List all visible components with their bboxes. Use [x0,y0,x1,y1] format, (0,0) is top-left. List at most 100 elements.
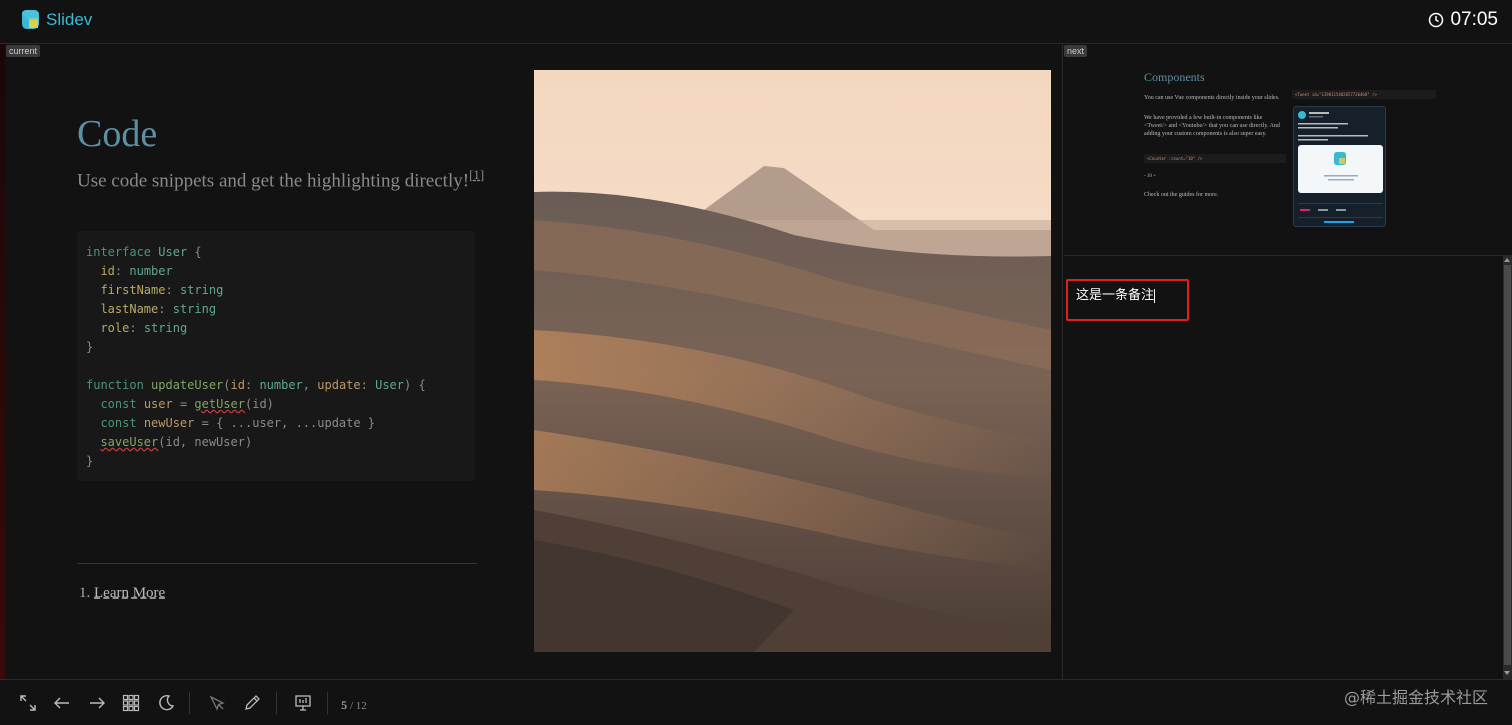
slide-subtitle: Use code snippets and get the highlighti… [77,162,497,194]
slidev-logo: Slidev [18,8,92,32]
scroll-thumb[interactable] [1504,265,1511,665]
dark-mode-toggle[interactable] [155,692,177,714]
code-line: lastName: string [86,300,466,319]
code-token: : [360,378,368,392]
code-token: saveUser [100,435,159,449]
toolbar-separator [327,692,328,714]
next-slide-pane[interactable]: next Components You can use Vue componen… [1064,44,1512,256]
slide-title: Code [77,113,158,155]
code-token: interface [86,245,152,259]
scroll-up-arrow[interactable] [1504,258,1510,262]
landscape-photo [534,70,1051,652]
toolbar-separator [189,692,190,714]
footnote-ref[interactable]: [1] [469,167,484,182]
code-line: id: number [86,262,466,281]
code-token: User [375,378,404,392]
code-token: = [201,416,209,430]
footnote-divider [77,563,477,564]
pen-icon [245,695,260,710]
code-token: (id) [245,397,274,411]
code-token: string [143,321,188,335]
current-page: 5 [341,698,347,712]
code-token: firstName [100,283,166,297]
code-token: { ...user, ...update } [216,416,376,430]
code-token: ( [223,378,231,392]
code-token: number [259,378,303,392]
notes-scrollbar[interactable] [1503,256,1512,679]
bottom-toolbar: 5 / 12 @稀土掘金技术社区 [0,679,1512,725]
fullscreen-button[interactable] [17,692,39,714]
code-token: updateUser [151,378,224,392]
subtitle-text: Use code snippets and get the highlighti… [77,170,470,192]
scroll-down-arrow[interactable] [1504,671,1510,675]
page-indicator[interactable]: 5 / 12 [341,698,367,713]
code-token: const [100,416,137,430]
code-line: role: string [86,319,466,338]
next-slide-text: You can use Vue components directly insi… [1144,95,1280,101]
slidev-logo-icon [22,10,39,29]
prev-slide-button[interactable] [51,692,73,714]
code-token: User [158,245,188,259]
current-tag: current [6,45,41,57]
next-slide-text: Check out the guides for more. [1144,192,1219,198]
code-line: const user = getUser(id) [86,395,466,414]
code-token: newUser [143,416,195,430]
code-token: number [129,264,173,278]
code-line: } [86,340,94,354]
code-token: (id, newUser) [158,435,253,449]
presenter-button[interactable] [292,692,314,714]
next-tag: next [1064,45,1088,57]
code-line: function updateUser(id: number, update: … [86,376,466,395]
code-token: : [129,321,137,335]
code-token: function [86,378,144,392]
cursor-button[interactable] [206,692,228,714]
toolbar-separator [276,692,277,714]
code-token: const [100,397,137,411]
learn-more-link[interactable]: Learn More [94,585,165,601]
code-token: user [143,397,173,411]
text-caret [1154,288,1156,303]
cursor-icon [209,695,225,711]
current-slide-pane[interactable]: current Code Use code snippets and get t… [5,44,1063,679]
code-token: : [158,302,166,316]
arrow-left-icon [54,697,69,709]
drawing-button[interactable] [241,692,263,714]
tweet-card-preview [1293,106,1386,227]
code-token: id [100,264,115,278]
next-slide-title: Components [1144,70,1205,84]
speaker-notes-editor[interactable]: 这是一条备注 [1076,284,1156,303]
timer[interactable]: 07:05 [1428,9,1498,31]
code-token: role [100,321,130,335]
presenter-icon [295,695,311,711]
moon-icon [159,694,175,711]
next-slide-text: We have provided a few built-in componen… [1144,115,1280,137]
next-slide-button[interactable] [86,692,108,714]
app-name: Slidev [46,10,93,29]
code-token: update [317,378,361,392]
slide-overview-button[interactable] [120,692,142,714]
code-token: lastName [100,302,159,316]
code-token: getUser [194,397,245,411]
code-token: : [165,283,173,297]
clock-icon [1429,12,1444,28]
code-token: , [302,378,311,392]
code-token: string [172,302,217,316]
code-block: interface User { id: number firstName: s… [77,231,475,481]
code-token: : [114,264,123,278]
notes-text: 这是一条备注 [1076,288,1155,303]
tweet-card-graphic [1298,111,1383,223]
code-line: interface User { [86,243,466,262]
code-token: = [179,397,188,411]
timer-value: 07:05 [1450,9,1498,30]
code-token: id [230,378,245,392]
total-pages: / 12 [350,700,367,712]
code-line: } [86,454,94,468]
grid-icon [122,694,140,712]
next-slide-code: <Counter :count="10" /> [1144,154,1286,163]
speaker-notes-pane[interactable]: 这是一条备注 [1064,256,1512,679]
code-token: { [194,245,202,259]
code-token: ) { [404,378,426,392]
arrow-right-icon [90,697,105,709]
footnote: 1. Learn More [79,585,165,602]
